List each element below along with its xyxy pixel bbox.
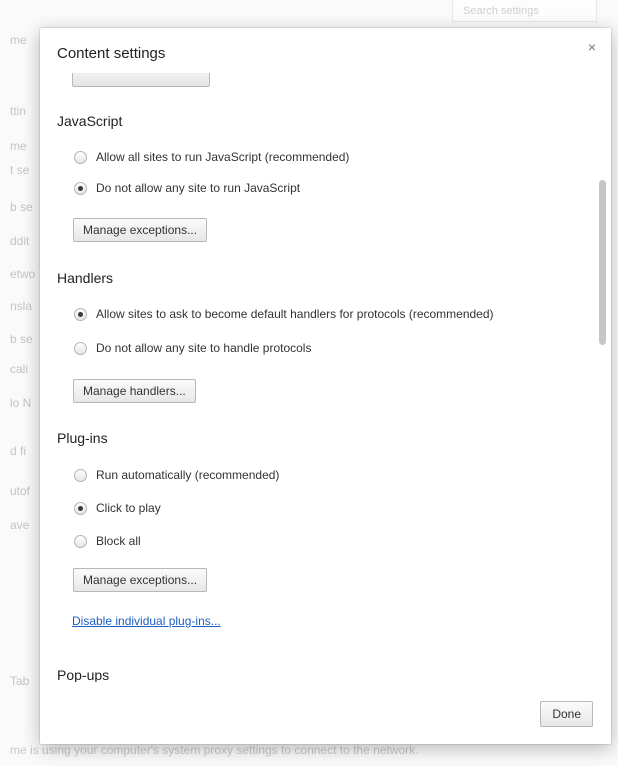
background-proxy-text: me is using your computer's system proxy… xyxy=(10,743,419,757)
plugins-section-title: Plug-ins xyxy=(57,430,108,446)
radio-label: Block all xyxy=(96,534,141,548)
radio-label: Do not allow any site to run JavaScript xyxy=(96,181,301,195)
radio-label: Allow sites to ask to become default han… xyxy=(96,307,494,321)
disable-individual-plugins-link[interactable]: Disable individual plug-ins... xyxy=(72,614,221,628)
dialog-footer: Done xyxy=(40,682,611,744)
background-text-fragment: b se xyxy=(10,332,33,346)
background-text-fragment: ttin xyxy=(10,104,27,118)
handlers-allow-radio-row[interactable]: Allow sites to ask to become default han… xyxy=(74,305,494,323)
plugins-block-all-radio-row[interactable]: Block all xyxy=(74,532,141,550)
background-text-fragment: utof xyxy=(10,484,31,498)
background-text-fragment: Tab xyxy=(10,674,30,688)
radio-label: Click to play xyxy=(96,501,161,515)
javascript-section-title: JavaScript xyxy=(57,113,123,129)
done-button[interactable]: Done xyxy=(540,701,593,727)
previous-section-button[interactable] xyxy=(72,73,210,87)
content-settings-dialog: Content settings × JavaScript Allow all … xyxy=(40,28,611,744)
vertical-scrollbar[interactable] xyxy=(598,73,608,682)
background-text-fragment: etwo xyxy=(10,267,36,281)
handlers-block-radio[interactable] xyxy=(74,341,87,355)
background-text-fragment: ave xyxy=(10,518,30,532)
manage-handlers-button[interactable]: Manage handlers... xyxy=(73,379,196,403)
background-search-input: Search settings xyxy=(452,0,597,22)
javascript-allow-radio[interactable] xyxy=(74,150,87,164)
handlers-block-radio-row[interactable]: Do not allow any site to handle protocol… xyxy=(74,339,311,357)
radio-label: Allow all sites to run JavaScript (recom… xyxy=(96,150,350,164)
dialog-title: Content settings xyxy=(57,45,166,62)
close-icon[interactable]: × xyxy=(584,39,600,55)
background-text-fragment: nsla xyxy=(10,299,33,313)
handlers-section-title: Handlers xyxy=(57,270,114,286)
radio-label: Do not allow any site to handle protocol… xyxy=(96,341,312,355)
background-text-fragment: me xyxy=(10,33,27,47)
background-text-fragment: t se xyxy=(10,163,30,177)
javascript-allow-radio-row[interactable]: Allow all sites to run JavaScript (recom… xyxy=(74,148,349,166)
background-text-fragment: ddit xyxy=(10,234,30,248)
plugins-click-to-play-radio-row[interactable]: Click to play xyxy=(74,499,161,517)
plugins-click-to-play-radio[interactable] xyxy=(74,501,87,515)
javascript-block-radio[interactable] xyxy=(74,181,87,195)
background-text-fragment: d fi xyxy=(10,444,27,458)
javascript-manage-exceptions-button[interactable]: Manage exceptions... xyxy=(73,218,208,242)
plugins-run-automatically-radio-row[interactable]: Run automatically (recommended) xyxy=(74,466,279,484)
background-text-fragment: me xyxy=(10,139,27,153)
background-text-fragment: b se xyxy=(10,200,33,214)
radio-label: Run automatically (recommended) xyxy=(96,468,280,482)
background-text-fragment: cali xyxy=(10,362,29,376)
scrollbar-thumb[interactable] xyxy=(599,180,606,345)
handlers-allow-radio[interactable] xyxy=(74,307,87,321)
plugins-run-automatically-radio[interactable] xyxy=(74,468,87,482)
background-text-fragment: lo N xyxy=(10,396,32,410)
plugins-block-all-radio[interactable] xyxy=(74,534,87,548)
settings-scroll-area[interactable]: JavaScript Allow all sites to run JavaSc… xyxy=(40,73,611,682)
plugins-manage-exceptions-button[interactable]: Manage exceptions... xyxy=(73,568,208,592)
popups-section-title: Pop-ups xyxy=(57,667,110,682)
javascript-block-radio-row[interactable]: Do not allow any site to run JavaScript xyxy=(74,179,300,197)
